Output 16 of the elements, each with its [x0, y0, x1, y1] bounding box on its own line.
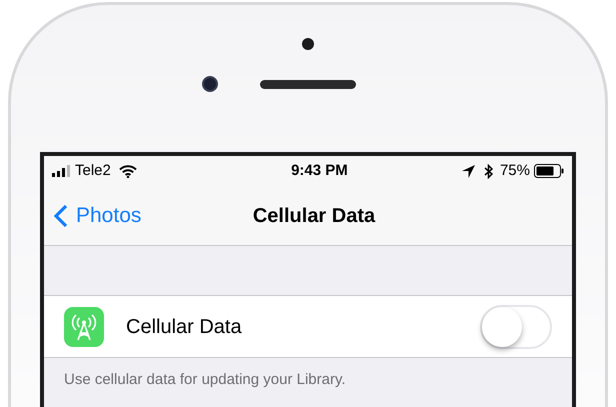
toggle-switch[interactable]	[480, 304, 552, 348]
carrier-name: Tele2	[75, 160, 111, 181]
clock-time: 9:43 PM	[290, 160, 349, 181]
page-title: Cellular Data	[252, 204, 376, 228]
camera-lens	[202, 76, 218, 92]
footer-note: Use cellular data for updating your Library.	[63, 370, 347, 390]
battery-percentage: 75%	[500, 160, 530, 181]
bluetooth-icon	[484, 164, 493, 178]
battery-icon	[534, 164, 564, 178]
antenna-icon	[64, 306, 104, 346]
setting-label: Cellular Data	[126, 314, 243, 340]
location-arrow-icon	[462, 164, 475, 178]
wifi-icon	[118, 164, 137, 178]
signal-icon	[52, 165, 72, 177]
chevron-left-icon	[54, 204, 68, 228]
back-button[interactable]: Photos	[54, 200, 142, 232]
